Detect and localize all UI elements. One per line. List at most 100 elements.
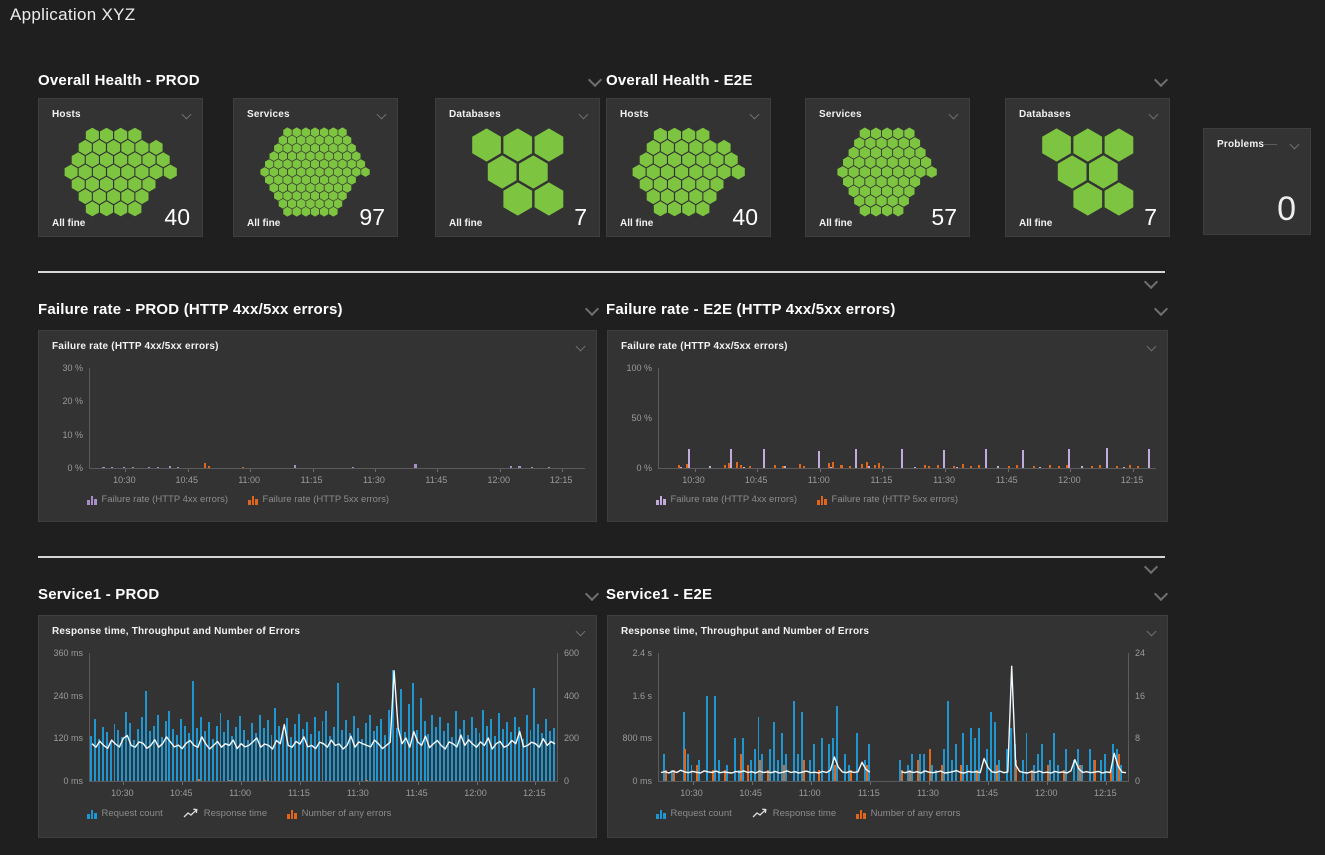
chart-bar xyxy=(111,467,113,468)
entity-count: 7 xyxy=(574,206,587,229)
chevron-down-icon[interactable] xyxy=(377,110,387,120)
chart-bar xyxy=(1116,466,1118,468)
tile-header: Problems xyxy=(1204,129,1310,150)
tile-hosts-prod[interactable]: Hosts All fine 40 xyxy=(38,98,203,237)
problems-sparkline xyxy=(1264,144,1277,145)
chevron-down-icon[interactable] xyxy=(585,587,599,601)
legend-item[interactable]: Failure rate (HTTP 5xx errors) xyxy=(248,494,389,505)
chevron-down-icon[interactable] xyxy=(588,73,602,87)
chevron-down-icon[interactable] xyxy=(1144,275,1158,289)
y-axis-label: 600 xyxy=(564,648,579,658)
chevron-down-icon[interactable] xyxy=(750,110,760,120)
axis-tick-mark xyxy=(820,469,821,472)
chart-bar xyxy=(1058,466,1060,468)
chart-bar xyxy=(730,449,732,469)
chart-bar xyxy=(914,467,916,468)
chevron-down-icon[interactable] xyxy=(576,627,586,637)
axis-tick-mark xyxy=(988,782,989,785)
x-axis-tick-label: 12:00 xyxy=(487,475,510,485)
chart-bar xyxy=(774,465,776,468)
axis-tick-mark xyxy=(125,469,126,472)
legend-item[interactable]: Failure rate (HTTP 5xx errors) xyxy=(817,494,958,505)
chevron-down-icon[interactable] xyxy=(1154,73,1168,87)
chart-bar xyxy=(878,463,880,468)
legend-item[interactable]: Request count xyxy=(656,808,732,819)
axis-tick-mark xyxy=(241,782,242,785)
tile-problems[interactable]: Problems 0 xyxy=(1203,128,1311,235)
x-axis-tick-label: 10:45 xyxy=(739,788,762,798)
chart-tile-service-e2e[interactable]: Response time, Throughput and Number of … xyxy=(607,615,1168,838)
tile-footer: All fine 97 xyxy=(234,206,397,231)
section-title: Failure rate - PROD (HTTP 4xx/5xx errors… xyxy=(38,301,343,318)
legend-item[interactable]: Failure rate (HTTP 4xx errors) xyxy=(87,494,228,505)
tile-header: Services xyxy=(806,99,969,120)
legend-label: Number of any errors xyxy=(871,808,961,819)
tile-title: Hosts xyxy=(620,109,649,120)
status-badge: All fine xyxy=(1019,218,1052,229)
chevron-down-icon[interactable] xyxy=(1154,587,1168,601)
x-axis-tick-label: 11:30 xyxy=(363,475,385,485)
x-axis-tick-label: 11:00 xyxy=(799,788,821,798)
chevron-down-icon[interactable] xyxy=(585,302,599,316)
tile-services-e2e[interactable]: Services All fine 57 xyxy=(805,98,970,237)
response-time-line xyxy=(90,653,557,781)
section-header-failure-prod: Failure rate - PROD (HTTP 4xx/5xx errors… xyxy=(38,299,597,319)
chart-bar xyxy=(294,465,296,468)
chart-bar xyxy=(414,464,416,468)
chart-bar xyxy=(1066,465,1068,468)
y-axis-label: 10 % xyxy=(41,430,83,440)
legend-item[interactable]: Number of any errors xyxy=(287,808,391,819)
axis-tick-mark xyxy=(752,782,753,785)
axis-tick-mark xyxy=(188,469,189,472)
chart-bar xyxy=(1106,448,1108,468)
chart-bar xyxy=(782,466,784,468)
legend-item[interactable]: Request count xyxy=(87,808,163,819)
chart-bar xyxy=(548,467,550,469)
chevron-down-icon[interactable] xyxy=(1290,140,1300,150)
y-axis-label: 360 ms xyxy=(41,648,83,658)
chart-bar xyxy=(832,462,834,468)
axis-tick-mark xyxy=(945,469,946,472)
legend-item[interactable]: Number of any errors xyxy=(856,808,960,819)
legend-item[interactable]: Response time xyxy=(183,808,267,819)
chart-bar xyxy=(1008,466,1010,468)
axis-tick-mark xyxy=(1070,469,1071,472)
chevron-down-icon[interactable] xyxy=(576,342,586,352)
chart-bar xyxy=(953,466,955,468)
chart-bar xyxy=(1049,465,1051,468)
tile-services-prod[interactable]: Services All fine 97 xyxy=(233,98,398,237)
chevron-down-icon[interactable] xyxy=(1149,110,1159,120)
tile-databases-prod[interactable]: Databases All fine 7 xyxy=(435,98,600,237)
chart-bar xyxy=(352,467,354,468)
chart-plot-area xyxy=(658,653,1129,782)
chevron-down-icon[interactable] xyxy=(949,110,959,120)
legend-item[interactable]: Failure rate (HTTP 4xx errors) xyxy=(656,494,797,505)
chart-bar xyxy=(709,466,711,468)
tile-databases-e2e[interactable]: Databases All fine 7 xyxy=(1005,98,1170,237)
chevron-down-icon[interactable] xyxy=(1144,560,1158,574)
section-title: Service1 - E2E xyxy=(606,586,712,603)
legend-item[interactable]: Response time xyxy=(752,808,836,819)
chart-tile-failure-prod[interactable]: Failure rate (HTTP 4xx/5xx errors) Failu… xyxy=(38,330,597,522)
chart-bar xyxy=(978,465,980,468)
chevron-down-icon[interactable] xyxy=(182,110,192,120)
status-badge: All fine xyxy=(819,218,852,229)
chevron-down-icon[interactable] xyxy=(579,110,589,120)
chart-tile-failure-e2e[interactable]: Failure rate (HTTP 4xx/5xx errors) Failu… xyxy=(607,330,1168,522)
x-axis-tick-label: 11:45 xyxy=(996,475,1018,485)
axis-tick-mark xyxy=(535,782,536,785)
tile-hosts-e2e[interactable]: Hosts All fine 40 xyxy=(606,98,771,237)
legend-label: Request count xyxy=(102,808,163,819)
x-axis-tick-label: 11:45 xyxy=(406,788,428,798)
y-axis-label: 0 xyxy=(1135,776,1140,786)
section-header-service-prod: Service1 - PROD xyxy=(38,584,597,604)
chart-bar xyxy=(928,466,930,468)
chart-bar xyxy=(518,466,520,468)
chevron-down-icon[interactable] xyxy=(1154,302,1168,316)
chart-tile-service-prod[interactable]: Response time, Throughput and Number of … xyxy=(38,615,597,838)
chart-bar xyxy=(531,467,533,468)
chevron-down-icon[interactable] xyxy=(1147,342,1157,352)
x-axis-tick-label: 12:15 xyxy=(550,475,573,485)
chart-bar xyxy=(970,466,972,468)
chevron-down-icon[interactable] xyxy=(1147,627,1157,637)
